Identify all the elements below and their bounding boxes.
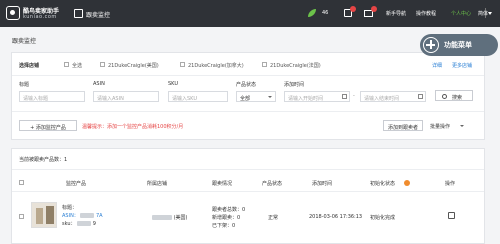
add-monitor-label: 添加监控产品 bbox=[35, 124, 66, 131]
monitor-icon bbox=[74, 9, 83, 18]
add-to-follower-button[interactable]: 添加到跟卖者 bbox=[383, 120, 423, 131]
follow-total: 跟卖者总数：0 bbox=[212, 207, 246, 213]
chevron-down-icon bbox=[268, 96, 272, 98]
column-header-store: 所属店铺 bbox=[147, 181, 168, 187]
batch-action-button[interactable]: 批量操作 bbox=[430, 120, 470, 131]
function-menu-button[interactable]: 功能菜单 bbox=[420, 34, 498, 56]
divider bbox=[12, 111, 484, 112]
function-menu-label: 功能菜单 bbox=[444, 41, 472, 49]
start-time-input[interactable]: 请输入开始时间 bbox=[284, 91, 350, 102]
column-header-product: 监控产品 bbox=[66, 181, 87, 187]
follow-removed: 已下架：0 bbox=[212, 223, 236, 229]
sku-filter-label: SKU bbox=[168, 81, 178, 87]
store-label-fr: 21DukeCraigle(法国) bbox=[270, 63, 321, 69]
store-redacted bbox=[152, 215, 172, 220]
chevron-down-icon[interactable] bbox=[488, 12, 492, 15]
store-region: (美国) bbox=[173, 215, 188, 221]
asin-filter-label: ASIN bbox=[93, 81, 105, 87]
select-all-label: 全选 bbox=[72, 63, 83, 69]
chevron-down-icon bbox=[460, 125, 464, 127]
title-input[interactable]: 请输入标题 bbox=[19, 91, 85, 102]
product-count: 当前被跟卖产品数：1 bbox=[19, 157, 68, 163]
title-filter-label: 标题 bbox=[19, 82, 30, 88]
divider bbox=[12, 191, 484, 192]
select-all-rows-checkbox[interactable] bbox=[19, 180, 24, 185]
language-switch[interactable]: 简体 bbox=[478, 10, 488, 17]
column-header-status: 产品状态 bbox=[262, 181, 283, 187]
status-select[interactable]: 全部 bbox=[236, 91, 276, 102]
calendar-icon[interactable] bbox=[342, 94, 347, 99]
select-all-checkbox[interactable] bbox=[64, 62, 69, 67]
follow-new: 新增跟卖：0 bbox=[212, 215, 241, 221]
row-init-status: 初始化完成 bbox=[370, 215, 396, 221]
sku-label: sku： bbox=[62, 221, 76, 227]
batch-action-label: 批量操作 bbox=[430, 123, 451, 130]
mail-badge bbox=[371, 6, 377, 12]
product-sku: sku： 9 bbox=[62, 220, 96, 227]
tutorial-link[interactable]: 操作教程 bbox=[416, 10, 436, 17]
store-label-ca: 21DukeCraigle(加拿大) bbox=[188, 63, 244, 69]
asin-label: ASIN： bbox=[62, 213, 79, 219]
sku-redacted bbox=[77, 221, 92, 226]
edit-icon[interactable] bbox=[448, 212, 455, 219]
page-title: 跟卖监控 bbox=[12, 38, 37, 45]
column-header-follow: 跟卖情况 bbox=[212, 181, 233, 187]
product-title[interactable]: 标题： bbox=[62, 204, 77, 211]
divider bbox=[12, 75, 484, 76]
range-dash: - bbox=[353, 93, 355, 99]
leaf-icon[interactable] bbox=[308, 9, 316, 17]
plus-circle-icon bbox=[423, 37, 439, 53]
filter-panel: 选择店铺 全选 21DukeCraigle(美国) 21DukeCraigle(… bbox=[11, 52, 485, 140]
help-nav-link[interactable]: 新手导航 bbox=[386, 10, 406, 17]
column-header-added: 添加时间 bbox=[312, 181, 333, 187]
status-select-value: 全部 bbox=[240, 95, 251, 102]
time-filter-label: 添加时间 bbox=[284, 82, 305, 88]
points-count: 46 bbox=[322, 10, 329, 16]
search-icon bbox=[442, 94, 447, 99]
end-time-input[interactable]: 请输入结束时间 bbox=[360, 91, 426, 102]
sku-value: 9 bbox=[92, 221, 96, 227]
row-checkbox[interactable] bbox=[19, 214, 24, 219]
expand-details-link[interactable]: 详细 bbox=[432, 62, 442, 69]
user-center-link[interactable]: 个人中心 bbox=[451, 10, 471, 17]
store-select-label: 选择店铺 bbox=[19, 63, 40, 69]
asin-input[interactable]: 请输入ASIN bbox=[93, 91, 159, 102]
store-checkbox-us[interactable] bbox=[100, 62, 105, 67]
module-title-label: 跟卖监控 bbox=[86, 12, 111, 19]
product-thumbnail[interactable] bbox=[31, 202, 57, 228]
store-checkbox-fr[interactable] bbox=[262, 62, 267, 67]
search-button-label: 搜索 bbox=[451, 94, 462, 101]
more-stores-link[interactable]: 更多店铺 bbox=[452, 62, 472, 69]
warning-text: 温馨提示：添加一个监控产品消耗100积分/月 bbox=[82, 124, 184, 130]
column-header-action: 操作 bbox=[445, 181, 456, 187]
asin-value: 7A bbox=[96, 213, 103, 219]
status-filter-label: 产品状态 bbox=[236, 82, 257, 88]
row-added-time: 2018-03-06 17:36:13 bbox=[309, 214, 363, 220]
product-table: 当前被跟卖产品数：1 监控产品 所属店铺 跟卖情况 产品状态 添加时间 初始化状… bbox=[11, 148, 485, 244]
info-icon[interactable] bbox=[404, 180, 410, 186]
row-store: (美国) bbox=[152, 214, 188, 221]
calendar-badge bbox=[350, 6, 356, 12]
calendar-icon[interactable] bbox=[418, 94, 423, 99]
logo-domain: kuniao.com bbox=[23, 14, 57, 20]
app-logo[interactable]: 酷鸟卖家助手 kuniao.com bbox=[6, 5, 59, 23]
product-asin[interactable]: ASIN： 7A bbox=[62, 212, 103, 219]
divider bbox=[12, 169, 484, 170]
search-button[interactable]: 搜索 bbox=[435, 90, 473, 101]
sku-input[interactable]: 请输入SKU bbox=[168, 91, 228, 102]
add-monitor-button[interactable]: + 添加监控产品 bbox=[19, 120, 77, 131]
logo-mark-icon bbox=[6, 6, 20, 20]
top-bar: 酷鸟卖家助手 kuniao.com 跟卖监控 46 新手导航 操作教程 个人中心… bbox=[0, 0, 500, 27]
row-status: 正常 bbox=[268, 215, 279, 221]
store-checkbox-ca[interactable] bbox=[180, 62, 185, 67]
column-header-init: 初始化状态 bbox=[370, 181, 396, 187]
store-label-us: 21DukeCraigle(美国) bbox=[108, 63, 159, 69]
asin-redacted bbox=[80, 213, 95, 218]
